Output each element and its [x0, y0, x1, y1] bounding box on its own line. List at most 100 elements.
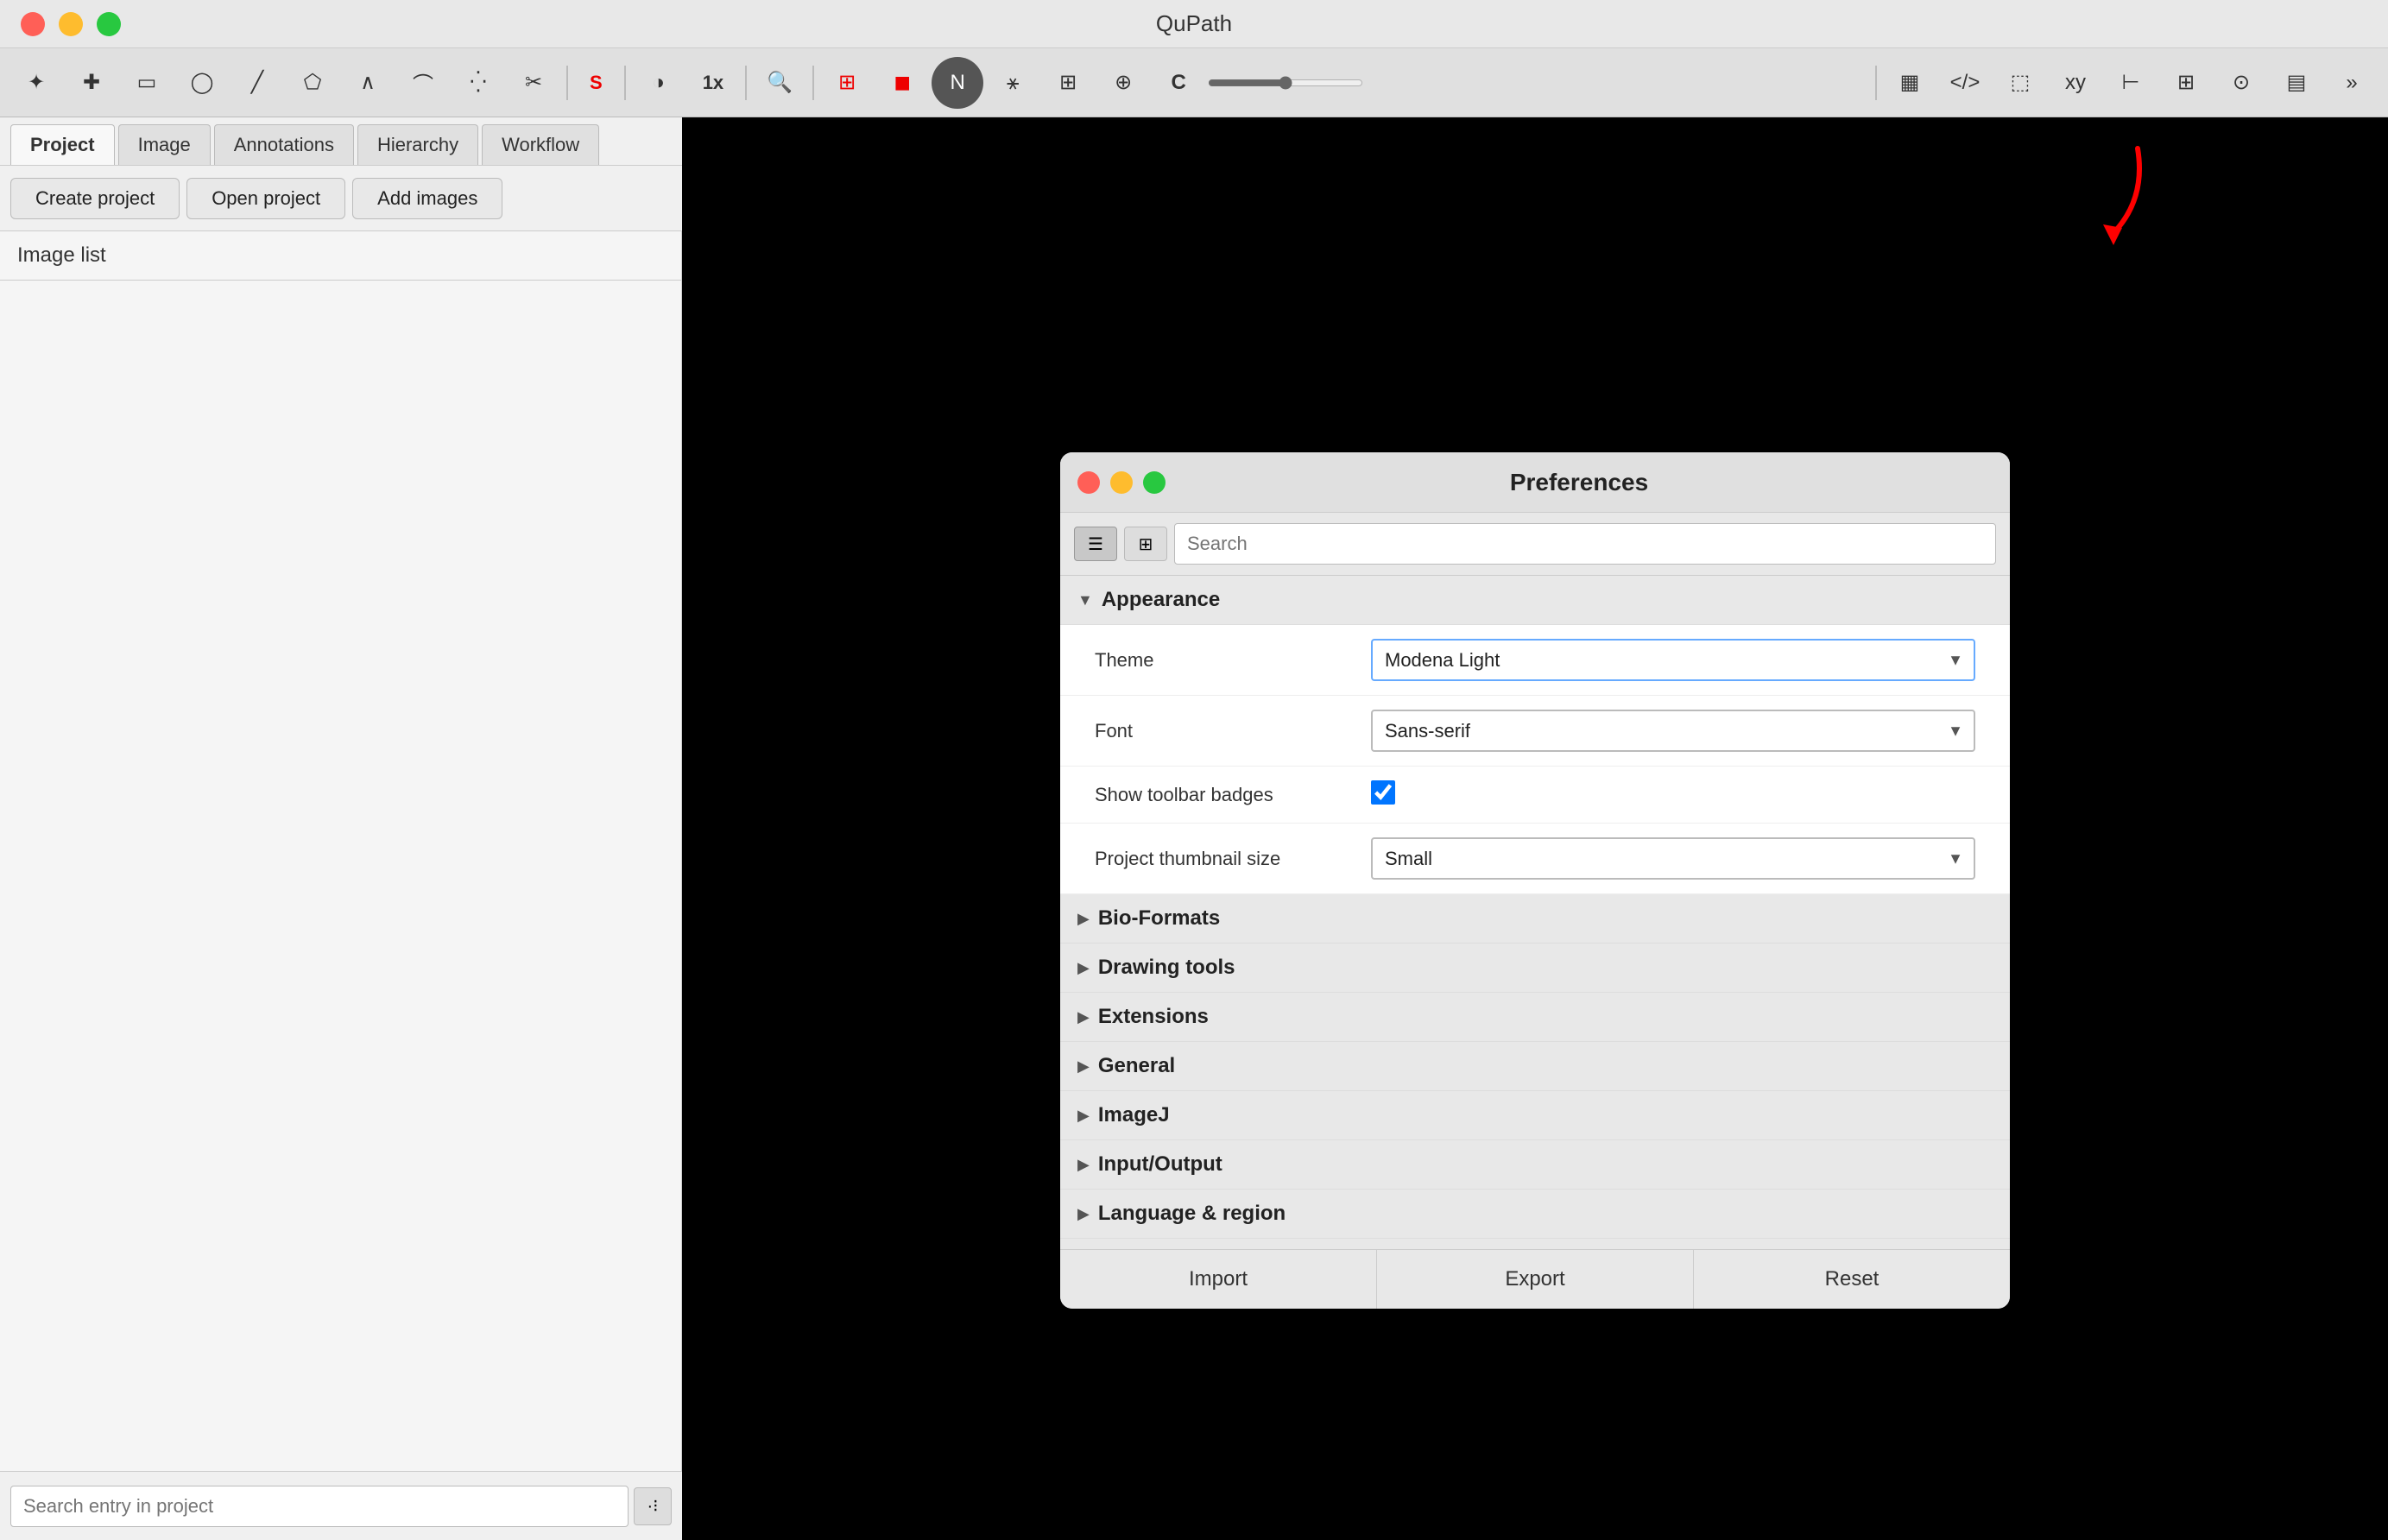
separator-1	[566, 66, 568, 100]
toolbar-badges-label: Show toolbar badges	[1095, 784, 1371, 806]
main-toolbar: ✦ ✚ ▭ ◯ ╱ ⬠ ∧ ⌒ ⁛ ✂ S ◑ 1x 🔍 ⊞ ◼ N ⚹ ⊞ ⊕…	[0, 48, 2388, 117]
scissors-tool-button[interactable]: ✂	[508, 57, 559, 109]
measure-button[interactable]: ⊢	[2105, 57, 2157, 109]
thumbnail-size-select[interactable]: Small Medium Large	[1371, 837, 1975, 880]
bio-formats-label: Bio-Formats	[1098, 906, 1220, 931]
sidebar-search-area: ·⁝	[0, 1471, 682, 1540]
imagej-label: ImageJ	[1098, 1103, 1170, 1127]
freehand-tool-button[interactable]: ⌒	[397, 57, 449, 109]
tabs-area: Project Image Annotations Hierarchy Work…	[0, 117, 682, 166]
ellipse-tool-button[interactable]: ◯	[176, 57, 228, 109]
more-button[interactable]: »	[2326, 57, 2378, 109]
minimize-button[interactable]	[59, 12, 83, 36]
toolbar-badges-control	[1371, 780, 1975, 809]
grid-button[interactable]: ⚹	[987, 57, 1039, 109]
grid-view-button[interactable]: ⊞	[1124, 527, 1167, 561]
export-button[interactable]: Export	[1377, 1250, 1694, 1309]
theme-row: Theme Modena Light Modena Dark System De…	[1060, 625, 2010, 696]
c-button[interactable]: C	[1153, 57, 1204, 109]
classify-button[interactable]: ⊕	[1097, 57, 1149, 109]
preferences-dialog: Preferences ☰ ⊞ ▼ Appearance Theme	[1060, 452, 2010, 1309]
tab-annotations[interactable]: Annotations	[214, 124, 354, 165]
sidebar-search-button[interactable]: ·⁝	[634, 1487, 672, 1525]
toolbar-badges-row: Show toolbar badges	[1060, 767, 2010, 824]
thumbnail-size-control: Small Medium Large ▼	[1371, 837, 1975, 880]
titlebar: QuPath	[0, 0, 2388, 48]
theme-label: Theme	[1095, 649, 1371, 672]
n-button[interactable]: N	[932, 57, 983, 109]
code-button[interactable]: </>	[1939, 57, 1991, 109]
bio-formats-section[interactable]: ▶ Bio-Formats	[1060, 894, 2010, 944]
font-select[interactable]: Sans-serif Serif Monospaced	[1371, 710, 1975, 752]
dialog-titlebar: Preferences	[1060, 452, 2010, 513]
create-project-button[interactable]: Create project	[10, 178, 180, 219]
tab-hierarchy[interactable]: Hierarchy	[357, 124, 478, 165]
toolbar-badges-checkbox[interactable]	[1371, 780, 1395, 805]
general-section[interactable]: ▶ General	[1060, 1042, 2010, 1091]
grid2-button[interactable]: ⊞	[2160, 57, 2212, 109]
tab-image[interactable]: Image	[118, 124, 211, 165]
fill-button[interactable]: ◼	[876, 57, 928, 109]
add-images-button[interactable]: Add images	[352, 178, 502, 219]
separator-2	[624, 66, 626, 100]
general-label: General	[1098, 1054, 1175, 1078]
pointer-tool-button[interactable]: ✦	[10, 57, 62, 109]
xy-button[interactable]: xy	[2050, 57, 2101, 109]
language-region-label: Language & region	[1098, 1202, 1286, 1226]
zoom-in-button[interactable]: 🔍	[754, 57, 805, 109]
brightness-tool-button[interactable]: ◑	[633, 57, 685, 109]
brightness-slider[interactable]	[1208, 76, 1363, 90]
sidebar-action-buttons: Create project Open project Add images	[0, 166, 682, 231]
appearance-section-title: Appearance	[1102, 588, 1220, 612]
tab-workflow[interactable]: Workflow	[482, 124, 599, 165]
target-button[interactable]: ⊙	[2215, 57, 2267, 109]
language-region-section[interactable]: ▶ Language & region	[1060, 1190, 2010, 1239]
appearance-section-header[interactable]: ▼ Appearance	[1060, 576, 2010, 625]
line-tool-button[interactable]: ╱	[231, 57, 283, 109]
extensions-chevron-icon: ▶	[1077, 1008, 1090, 1026]
zoom-label: 1x	[688, 66, 738, 100]
polygon-tool-button[interactable]: ⬠	[287, 57, 338, 109]
tab-project[interactable]: Project	[10, 124, 115, 165]
dialog-content: ▼ Appearance Theme Modena Light Modena D…	[1060, 576, 2010, 1249]
dialog-minimize-button[interactable]	[1110, 471, 1133, 494]
font-control: Sans-serif Serif Monospaced ▼	[1371, 710, 1975, 752]
dialog-title: Preferences	[1166, 469, 1993, 496]
language-region-chevron-icon: ▶	[1077, 1205, 1090, 1223]
drawing-tools-section[interactable]: ▶ Drawing tools	[1060, 944, 2010, 993]
import-button[interactable]: Import	[1060, 1250, 1377, 1309]
sidebar-search-input[interactable]	[10, 1486, 629, 1527]
measurement-tables-section[interactable]: ▶ Measurement tables	[1060, 1239, 2010, 1249]
preferences-search-input[interactable]	[1174, 523, 1996, 565]
dialog-footer: Import Export Reset	[1060, 1249, 2010, 1309]
dialog-window-controls	[1077, 471, 1166, 494]
thumbnail-size-label: Project thumbnail size	[1095, 848, 1371, 870]
separator-3	[745, 66, 747, 100]
dialog-maximize-button[interactable]	[1143, 471, 1166, 494]
imagej-section[interactable]: ▶ ImageJ	[1060, 1091, 2010, 1140]
theme-select[interactable]: Modena Light Modena Dark System Default	[1371, 639, 1975, 681]
close-button[interactable]	[21, 12, 45, 36]
open-project-button[interactable]: Open project	[186, 178, 345, 219]
add-tool-button[interactable]: ✚	[66, 57, 117, 109]
extensions-section[interactable]: ▶ Extensions	[1060, 993, 2010, 1042]
general-chevron-icon: ▶	[1077, 1057, 1090, 1076]
panel-button[interactable]: ▤	[2271, 57, 2322, 109]
table-button[interactable]: ▦	[1884, 57, 1936, 109]
maximize-button[interactable]	[97, 12, 121, 36]
points-tool-button[interactable]: ⁛	[452, 57, 504, 109]
window-controls	[21, 12, 121, 36]
drawing-tools-label: Drawing tools	[1098, 956, 1235, 980]
rectangle-tool-button[interactable]: ▭	[121, 57, 173, 109]
thumbnail-size-row: Project thumbnail size Small Medium Larg…	[1060, 824, 2010, 894]
list-view-button[interactable]: ☰	[1074, 527, 1117, 561]
input-output-section[interactable]: ▶ Input/Output	[1060, 1140, 2010, 1190]
select-all-button[interactable]: ⊞	[821, 57, 873, 109]
s-tool-button[interactable]: S	[575, 66, 617, 100]
dialog-close-button[interactable]	[1077, 471, 1100, 494]
reset-button[interactable]: Reset	[1694, 1250, 2010, 1309]
polyline-tool-button[interactable]: ∧	[342, 57, 394, 109]
script-button[interactable]: ⬚	[1994, 57, 2046, 109]
separator-5	[1875, 66, 1877, 100]
cells-button[interactable]: ⊞	[1042, 57, 1094, 109]
